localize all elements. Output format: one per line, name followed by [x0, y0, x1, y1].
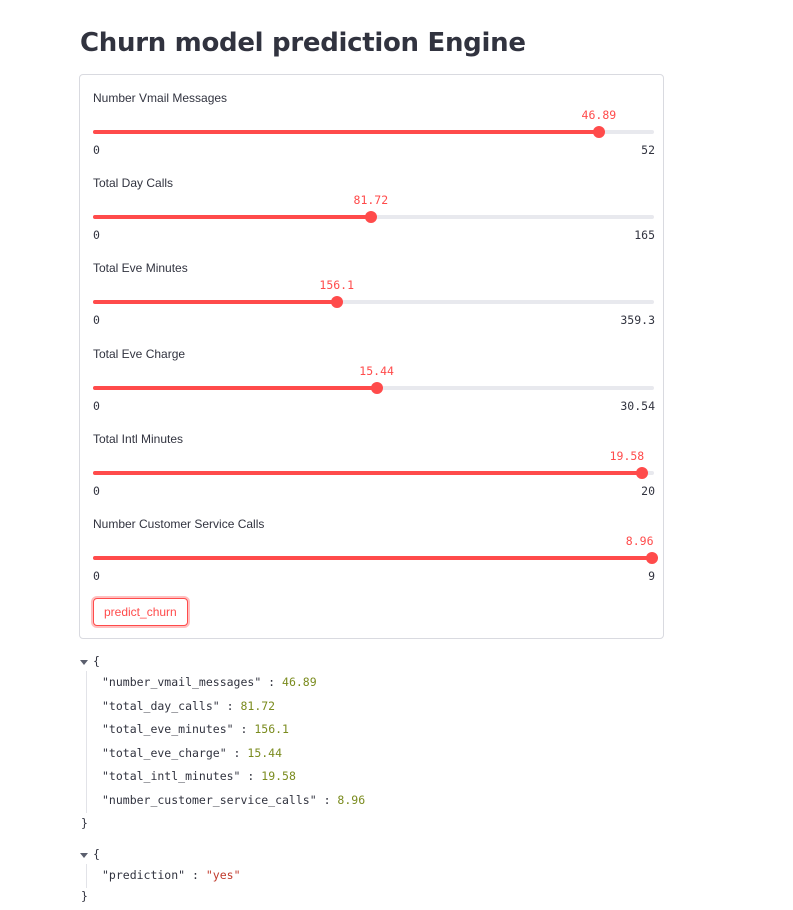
slider-value: 19.58: [609, 449, 645, 463]
json-value: 15.44: [247, 745, 283, 760]
slider-label: Total Eve Minutes: [93, 261, 188, 275]
slider-max: 20: [641, 484, 655, 498]
json-row: "total_eve_charge" : 15.44: [102, 742, 365, 766]
slider-thumb[interactable]: [645, 552, 658, 564]
slider-value: 81.72: [353, 193, 389, 207]
slider-min: 0: [93, 143, 100, 157]
json-row: "number_customer_service_calls" : 8.96: [102, 789, 365, 813]
json-close-brace: }: [81, 889, 88, 903]
json-value: 19.58: [261, 769, 296, 784]
slider-fill: [93, 556, 652, 560]
slider-fill: [93, 130, 599, 134]
prediction-form: Number Vmail Messages 46.89 0 52 Total D…: [79, 74, 664, 639]
page-title: Churn model prediction Engine: [80, 28, 526, 58]
json-key: "prediction": [102, 868, 186, 882]
predict-churn-button[interactable]: predict_churn: [93, 598, 188, 626]
json-row: "total_intl_minutes" : 19.58: [102, 765, 365, 789]
slider-track[interactable]: 46.89: [93, 108, 654, 138]
json-rows: "number_vmail_messages" : 46.89 "total_d…: [86, 671, 365, 813]
collapse-caret-icon[interactable]: [80, 853, 88, 858]
json-key: "total_day_calls": [102, 698, 220, 713]
slider-thumb[interactable]: [370, 382, 383, 394]
json-open-brace: {: [93, 654, 100, 668]
slider-label: Total Eve Charge: [93, 347, 186, 361]
json-value: "yes": [205, 868, 241, 882]
slider-track[interactable]: 81.72: [93, 193, 654, 223]
slider-track[interactable]: 15.44: [93, 364, 654, 394]
json-separator: :: [219, 698, 241, 713]
json-row: "number_vmail_messages" : 46.89: [102, 671, 365, 695]
slider-number-vmail-messages: Number Vmail Messages 46.89 0 52: [93, 75, 655, 157]
slider-thumb[interactable]: [636, 467, 649, 479]
app-page: Churn model prediction Engine Number Vma…: [0, 0, 793, 910]
json-separator: :: [316, 792, 338, 807]
slider-total-intl-minutes: Total Intl Minutes 19.58 0 20: [93, 416, 655, 498]
json-close-brace: }: [81, 816, 88, 830]
json-separator: :: [226, 745, 248, 760]
json-key: "total_eve_minutes": [102, 722, 234, 737]
slider-fill: [93, 386, 377, 390]
json-value: 8.96: [337, 792, 366, 807]
slider-fill: [93, 215, 371, 219]
slider-track[interactable]: 19.58: [93, 449, 654, 479]
json-row: "prediction" : "yes": [102, 864, 241, 888]
slider-track[interactable]: 156.1: [93, 278, 654, 308]
json-open-brace: {: [93, 847, 100, 861]
slider-min: 0: [93, 569, 100, 583]
json-row: "total_eve_minutes" : 156.1: [102, 718, 365, 742]
slider-thumb[interactable]: [364, 211, 377, 223]
json-value: 156.1: [254, 722, 289, 737]
json-key: "number_customer_service_calls": [102, 792, 317, 807]
slider-min: 0: [93, 228, 100, 242]
json-value: 46.89: [282, 675, 317, 689]
slider-label: Number Vmail Messages: [93, 91, 228, 105]
slider-max: 165: [634, 228, 655, 242]
slider-min: 0: [93, 484, 100, 498]
slider-value: 156.1: [319, 278, 355, 292]
slider-label: Number Customer Service Calls: [93, 517, 265, 531]
json-value: 81.72: [240, 698, 276, 713]
slider-track[interactable]: 8.96: [93, 534, 658, 564]
slider-min: 0: [93, 399, 100, 413]
json-key: "total_eve_charge": [102, 745, 227, 760]
slider-value: 8.96: [625, 534, 654, 548]
slider-max: 52: [641, 143, 655, 157]
json-separator: :: [233, 722, 255, 737]
slider-max: 30.54: [620, 399, 655, 413]
slider-max: 9: [648, 569, 655, 583]
slider-value: 46.89: [581, 108, 617, 122]
slider-max: 359.3: [620, 313, 655, 327]
slider-total-eve-charge: Total Eve Charge 15.44 0 30.54: [93, 331, 655, 413]
slider-fill: [93, 300, 337, 304]
slider-total-eve-minutes: Total Eve Minutes 156.1 0 359.3: [93, 245, 655, 327]
json-viewer-inputs: { "number_vmail_messages" : 46.89 "total…: [80, 654, 400, 832]
json-separator: :: [240, 769, 262, 784]
json-key: "total_intl_minutes": [102, 769, 241, 784]
slider-number-customer-service-calls: Number Customer Service Calls 8.96 0 9: [93, 501, 658, 583]
collapse-caret-icon[interactable]: [80, 660, 88, 665]
json-separator: :: [185, 868, 206, 882]
json-rows: "prediction" : "yes": [86, 864, 241, 888]
slider-label: Total Intl Minutes: [93, 432, 184, 446]
slider-thumb[interactable]: [330, 296, 343, 308]
json-separator: :: [261, 675, 283, 689]
slider-fill: [93, 471, 643, 475]
slider-label: Total Day Calls: [93, 176, 174, 190]
slider-min: 0: [93, 313, 100, 327]
json-viewer-prediction: { "prediction" : "yes" }: [80, 847, 280, 906]
slider-value: 15.44: [359, 364, 394, 378]
slider-thumb[interactable]: [592, 126, 605, 138]
json-key: "number_vmail_messages": [102, 675, 262, 689]
slider-total-day-calls: Total Day Calls 81.72 0 165: [93, 160, 655, 242]
json-row: "total_day_calls" : 81.72: [102, 695, 365, 719]
